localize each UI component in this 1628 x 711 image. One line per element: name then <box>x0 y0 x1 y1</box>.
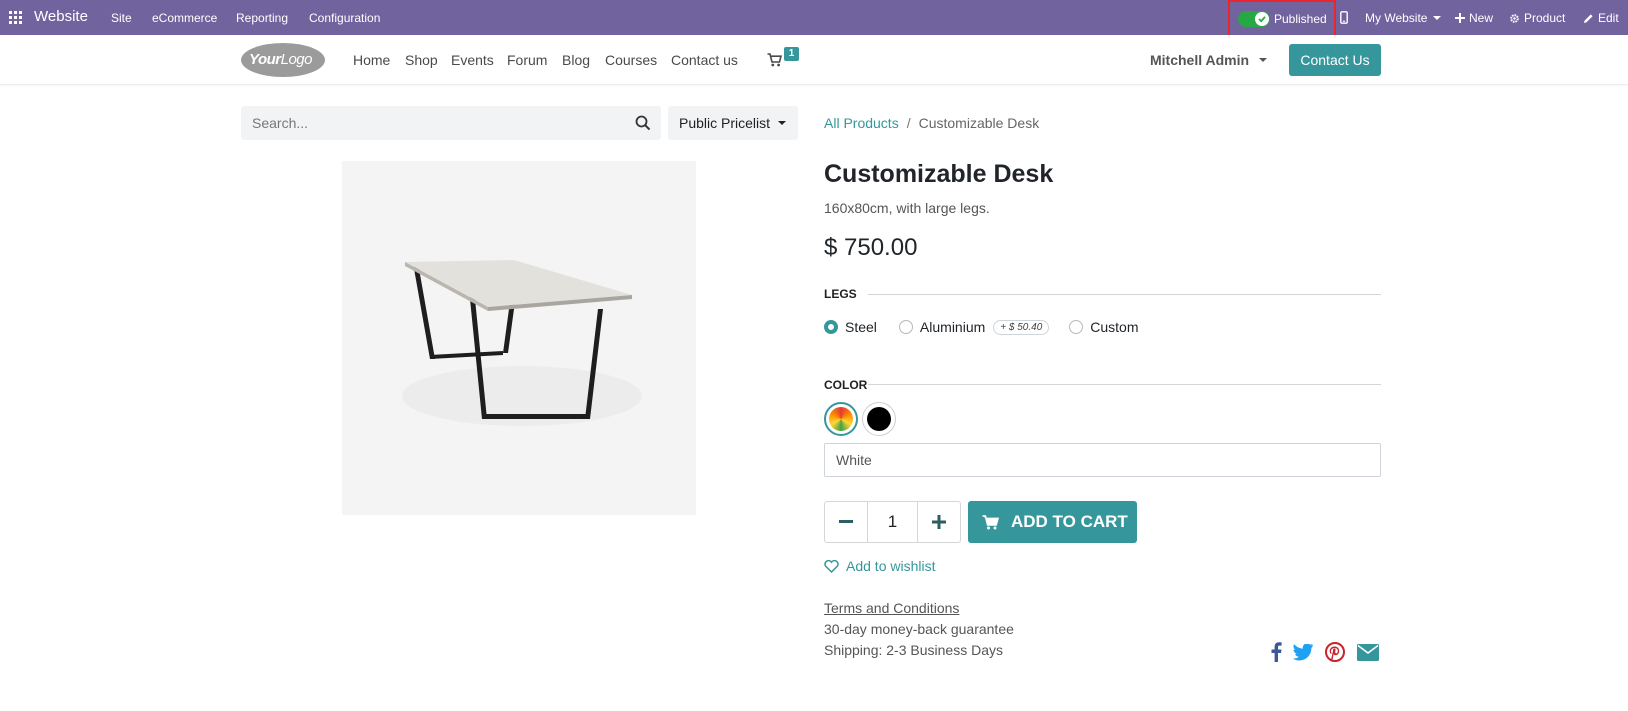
breadcrumb-current: Customizable Desk <box>918 115 1040 131</box>
my-website-label: My Website <box>1365 11 1428 25</box>
nav-blog[interactable]: Blog <box>562 52 590 68</box>
breadcrumb-separator: / <box>906 115 911 131</box>
caret-down-icon <box>1259 58 1268 62</box>
site-header: YourLogo Home Shop Events Forum Blog Cou… <box>0 35 1628 85</box>
nav-forum[interactable]: Forum <box>507 52 547 68</box>
mobile-icon <box>1340 11 1348 24</box>
gear-icon <box>1510 13 1519 23</box>
shipping-text: Shipping: 2-3 Business Days <box>824 642 1003 658</box>
menu-ecommerce[interactable]: eCommerce <box>152 11 217 25</box>
search-input[interactable] <box>241 106 621 140</box>
published-highlight-box: Published <box>1228 0 1336 40</box>
menu-configuration[interactable]: Configuration <box>309 11 380 25</box>
menu-reporting[interactable]: Reporting <box>236 11 288 25</box>
nav-home[interactable]: Home <box>353 52 390 68</box>
app-brand[interactable]: Website <box>34 8 88 25</box>
decrease-quantity-button[interactable] <box>825 502 867 542</box>
add-to-wishlist-link[interactable]: Add to wishlist <box>824 558 935 574</box>
apps-grid-icon[interactable] <box>9 11 22 24</box>
black-swatch-fill <box>867 407 891 431</box>
nav-events[interactable]: Events <box>451 52 494 68</box>
wishlist-label: Add to wishlist <box>846 558 936 574</box>
radio-aluminium[interactable] <box>898 320 913 334</box>
custom-color-field[interactable]: White <box>824 443 1381 477</box>
site-logo[interactable]: YourLogo <box>241 43 325 77</box>
search-icon[interactable] <box>635 115 651 131</box>
radio-custom[interactable] <box>1069 320 1084 334</box>
shopping-cart-icon <box>982 514 999 529</box>
nav-courses[interactable]: Courses <box>605 52 657 68</box>
caret-down-icon <box>1433 16 1442 20</box>
cart-count-badge: 1 <box>784 47 799 61</box>
new-button[interactable]: New <box>1455 11 1493 25</box>
my-website-dropdown[interactable]: My Website <box>1365 11 1442 25</box>
option-aluminium-label[interactable]: Aluminium <box>920 319 985 335</box>
color-swatch-multicolor[interactable] <box>824 402 858 436</box>
menu-site[interactable]: Site <box>111 11 132 25</box>
terms-and-conditions-link[interactable]: Terms and Conditions <box>824 600 959 616</box>
product-button[interactable]: Product <box>1509 11 1565 25</box>
desk-image <box>402 260 642 426</box>
product-search <box>241 106 661 140</box>
option-custom-label[interactable]: Custom <box>1090 319 1138 335</box>
admin-navbar: Website Site eCommerce Reporting Configu… <box>0 0 1628 40</box>
plus-icon <box>932 515 946 529</box>
breadcrumb-all-products[interactable]: All Products <box>824 115 899 131</box>
facebook-icon[interactable] <box>1270 642 1282 662</box>
nav-contact-us[interactable]: Contact us <box>671 52 738 68</box>
color-swatch-black[interactable] <box>862 402 896 436</box>
pricelist-dropdown[interactable]: Public Pricelist <box>668 106 798 140</box>
published-toggle[interactable] <box>1238 11 1270 27</box>
caret-down-icon <box>778 121 786 125</box>
increase-quantity-button[interactable] <box>918 502 960 542</box>
product-description: 160x80cm, with large legs. <box>824 200 990 216</box>
check-icon <box>1258 16 1266 23</box>
shopping-cart-icon[interactable] <box>767 53 782 67</box>
pricelist-label: Public Pricelist <box>679 115 771 131</box>
user-name: Mitchell Admin <box>1150 52 1250 68</box>
legs-divider <box>868 294 1381 295</box>
user-menu[interactable]: Mitchell Admin <box>1150 52 1268 68</box>
edit-label: Edit <box>1598 11 1619 25</box>
logo-text: YourLogo <box>249 51 313 68</box>
pinterest-icon[interactable] <box>1325 642 1345 662</box>
product-label: Product <box>1524 11 1566 25</box>
add-to-cart-label: ADD TO CART <box>1011 512 1128 531</box>
breadcrumb: All Products / Customizable Desk <box>824 115 1039 131</box>
nav-shop[interactable]: Shop <box>405 52 438 68</box>
guarantee-text: 30-day money-back guarantee <box>824 621 1014 637</box>
product-image[interactable] <box>342 161 696 515</box>
product-title: Customizable Desk <box>824 160 1054 188</box>
heart-icon <box>824 559 839 573</box>
add-to-cart-button[interactable]: ADD TO CART <box>968 501 1137 543</box>
legs-label: LEGS <box>824 287 857 301</box>
quantity-input[interactable]: 1 <box>867 502 918 542</box>
pencil-icon <box>1584 13 1593 23</box>
minus-icon <box>839 520 853 523</box>
plus-icon <box>1455 13 1465 23</box>
color-divider <box>868 384 1381 385</box>
legs-options: Steel Aluminium + $ 50.40 Custom <box>824 319 1139 335</box>
radio-steel[interactable] <box>824 320 838 334</box>
quantity-stepper: 1 <box>824 501 961 543</box>
color-label: COLOR <box>824 378 868 392</box>
edit-button[interactable]: Edit <box>1583 11 1619 25</box>
product-price: $ 750.00 <box>824 234 918 261</box>
multicolor-swatch-fill <box>829 407 853 431</box>
published-label[interactable]: Published <box>1274 12 1327 26</box>
option-steel-label[interactable]: Steel <box>845 319 877 335</box>
twitter-icon[interactable] <box>1293 644 1314 661</box>
new-label: New <box>1469 11 1494 25</box>
mobile-preview-button[interactable] <box>1340 11 1348 24</box>
contact-us-button[interactable]: Contact Us <box>1289 44 1381 76</box>
price-extra-badge: + $ 50.40 <box>993 319 1050 335</box>
envelope-icon[interactable] <box>1357 644 1379 661</box>
